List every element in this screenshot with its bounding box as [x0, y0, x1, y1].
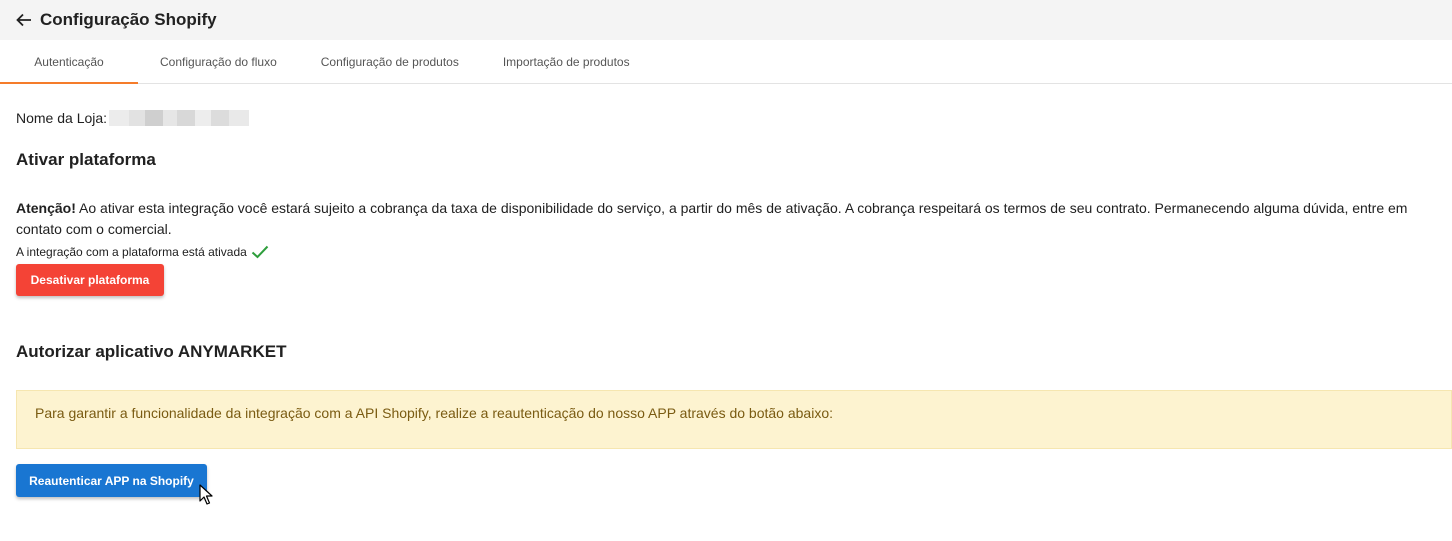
mouse-pointer-icon	[199, 484, 213, 511]
page-header: Configuração Shopify	[0, 0, 1452, 40]
store-name-label: Nome da Loja:	[16, 110, 108, 126]
main-content: Nome da Loja: Ativar plataforma Atenção!…	[0, 110, 1452, 497]
authorize-section-title: Autorizar aplicativo ANYMARKET	[16, 342, 287, 361]
tab-configuracao-produtos[interactable]: Configuração de produtos	[299, 40, 481, 83]
check-icon	[251, 245, 269, 259]
store-name-redacted	[109, 110, 250, 126]
activate-section-title: Ativar plataforma	[16, 150, 156, 169]
deactivate-platform-button[interactable]: Desativar plataforma	[16, 264, 164, 296]
status-text: A integração com a plataforma está ativa…	[16, 245, 247, 259]
reauth-alert: Para garantir a funcionalidade da integr…	[16, 390, 1452, 449]
activation-warning: Atenção! Ao ativar esta integração você …	[16, 198, 1452, 240]
tab-configuracao-fluxo[interactable]: Configuração do fluxo	[138, 40, 299, 83]
warning-body: Ao ativar esta integração você estará su…	[16, 200, 1408, 237]
arrow-left-icon[interactable]	[16, 11, 34, 29]
tab-bar: Autenticação Configuração do fluxo Confi…	[0, 40, 1452, 84]
integration-status: A integração com a plataforma está ativa…	[16, 245, 1452, 259]
tab-autenticacao[interactable]: Autenticação	[0, 40, 138, 84]
warning-bold: Atenção!	[16, 200, 76, 216]
alert-text: Para garantir a funcionalidade da integr…	[35, 405, 833, 421]
tab-importacao-produtos[interactable]: Importação de produtos	[481, 40, 652, 83]
reauthenticate-app-button[interactable]: Reautenticar APP na Shopify	[16, 464, 207, 497]
page-title: Configuração Shopify	[40, 10, 217, 29]
store-name-row: Nome da Loja:	[16, 110, 1452, 126]
